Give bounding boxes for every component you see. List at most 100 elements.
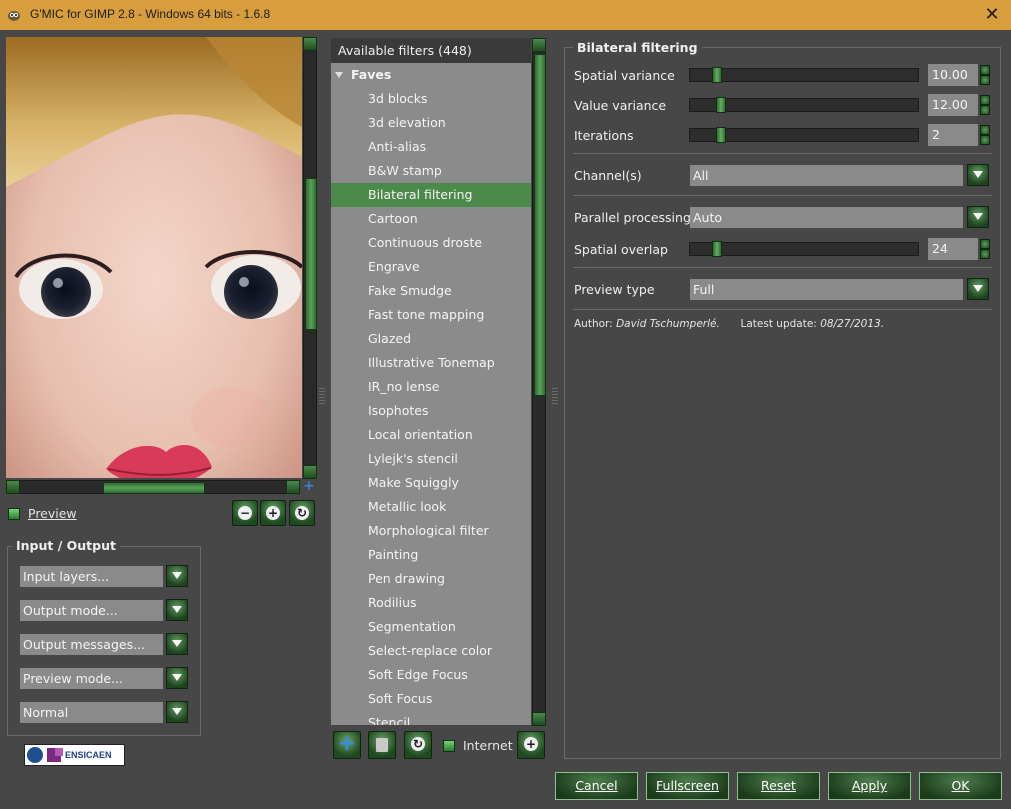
filter-item[interactable]: Engrave [331,255,531,279]
blend-mode-dropdown-button[interactable] [166,701,188,723]
filter-item[interactable]: Anti-alias [331,135,531,159]
preview-type-select[interactable]: Full [690,279,963,300]
spin-down-icon[interactable] [980,75,990,85]
parallel-processing-select[interactable]: Auto [690,207,963,228]
filter-item[interactable]: Morphological filter [331,519,531,543]
spatial-overlap-value[interactable]: 24 [928,238,978,260]
spatial-overlap-slider-handle[interactable] [712,241,722,257]
value-variance-slider-handle[interactable] [716,97,726,113]
filter-item[interactable]: Metallic look [331,495,531,519]
filters-scroll-down-arrow-icon[interactable] [532,712,546,726]
preview-vertical-scrollbar[interactable] [303,37,317,479]
add-fave-button[interactable]: + [333,731,361,759]
filter-item[interactable]: Painting [331,543,531,567]
preview-mode-select[interactable]: Preview mode... [20,668,163,689]
filter-item[interactable]: Stencil [331,711,531,725]
spatial-variance-slider[interactable] [689,67,919,83]
preview-mode-dropdown-button[interactable] [166,667,188,689]
faves-folder[interactable]: Faves [331,63,531,87]
preview-vertical-scroll-thumb[interactable] [305,178,317,330]
input-layers-dropdown-button[interactable] [166,565,188,587]
output-mode-dropdown-button[interactable] [166,599,188,621]
spatial-variance-slider-handle[interactable] [712,67,722,83]
spin-down-icon[interactable] [980,135,990,145]
filter-item[interactable]: Soft Focus [331,687,531,711]
filter-item[interactable]: 3d blocks [331,87,531,111]
filter-item[interactable]: B&W stamp [331,159,531,183]
filter-item[interactable]: Cartoon [331,207,531,231]
channels-select[interactable]: All [690,165,963,186]
spatial-variance-spinner[interactable] [980,65,990,85]
spin-down-icon[interactable] [980,105,990,115]
cancel-button[interactable]: Cancel [555,772,638,800]
filter-item[interactable]: Bilateral filtering [331,183,531,207]
refresh-filters-button[interactable]: ↻ [404,731,432,759]
refresh-preview-button[interactable]: ↻ [289,500,315,526]
output-mode-select[interactable]: Output mode... [20,600,163,621]
filter-item[interactable]: Fake Smudge [331,279,531,303]
ensicaen-logo[interactable]: ENSICAEN [24,744,125,766]
filters-header[interactable]: Available filters (448) [331,38,531,63]
parallel-processing-dropdown-button[interactable] [967,206,989,228]
reset-button[interactable]: Reset [737,772,820,800]
filter-item[interactable]: Illustrative Tonemap [331,351,531,375]
spin-down-icon[interactable] [980,249,990,259]
splitter-right-grip[interactable] [552,388,558,406]
filter-item[interactable]: Lylejk's stencil [331,447,531,471]
spin-up-icon[interactable] [980,239,990,249]
preview-horizontal-scroll-thumb[interactable] [103,482,205,494]
iterations-slider-handle[interactable] [716,127,726,143]
internet-update-button[interactable]: + [517,731,545,759]
zoom-out-button[interactable]: − [232,500,258,526]
output-messages-select[interactable]: Output messages... [20,634,163,655]
fullscreen-button[interactable]: Fullscreen [646,772,729,800]
channels-dropdown-button[interactable] [967,164,989,186]
filter-item[interactable]: Select-replace color [331,639,531,663]
apply-button[interactable]: Apply [828,772,911,800]
iterations-slider[interactable] [689,127,919,143]
value-variance-spinner[interactable] [980,95,990,115]
output-messages-dropdown-button[interactable] [166,633,188,655]
filter-item[interactable]: Make Squiggly [331,471,531,495]
filter-item[interactable]: Fast tone mapping [331,303,531,327]
filters-scroll-up-arrow-icon[interactable] [532,38,546,52]
scroll-up-arrow-icon[interactable] [303,37,317,51]
filter-item[interactable]: Continuous droste [331,231,531,255]
iterations-spinner[interactable] [980,125,990,145]
input-layers-select[interactable]: Input layers... [20,566,163,587]
filter-item[interactable]: 3d elevation [331,111,531,135]
filter-item[interactable]: Rodilius [331,591,531,615]
expand-triangle-icon[interactable] [335,72,343,78]
filters-vertical-scrollbar[interactable] [532,38,546,726]
filter-item[interactable]: Segmentation [331,615,531,639]
preview-image[interactable] [6,37,302,478]
splitter-left-grip[interactable] [319,388,325,406]
spin-up-icon[interactable] [980,65,990,75]
preview-checkbox[interactable] [8,508,20,520]
close-icon[interactable]: ✕ [981,4,1003,26]
value-variance-slider[interactable] [689,97,919,113]
resize-cross-icon[interactable]: + [303,479,315,493]
scroll-right-arrow-icon[interactable] [286,480,300,494]
spin-up-icon[interactable] [980,125,990,135]
iterations-value[interactable]: 2 [928,124,978,146]
delete-fave-button[interactable] [368,731,396,759]
value-variance-value[interactable]: 12.00 [928,94,978,116]
filter-item[interactable]: Soft Edge Focus [331,663,531,687]
spatial-variance-value[interactable]: 10.00 [928,64,978,86]
filter-item[interactable]: Local orientation [331,423,531,447]
filter-item[interactable]: Isophotes [331,399,531,423]
filters-vertical-scroll-thumb[interactable] [534,54,546,396]
scroll-down-arrow-icon[interactable] [303,465,317,479]
internet-checkbox[interactable] [443,740,455,752]
spin-up-icon[interactable] [980,95,990,105]
scroll-left-arrow-icon[interactable] [6,480,20,494]
zoom-in-button[interactable]: + [260,500,286,526]
ok-button[interactable]: OK [919,772,1002,800]
preview-horizontal-scrollbar[interactable] [6,480,300,494]
filter-item[interactable]: Pen drawing [331,567,531,591]
spatial-overlap-slider[interactable] [689,241,919,257]
blend-mode-select[interactable]: Normal [20,702,163,723]
filters-tree[interactable]: Available filters (448) Faves 3d blocks 3… [331,38,531,725]
filter-item[interactable]: Glazed [331,327,531,351]
